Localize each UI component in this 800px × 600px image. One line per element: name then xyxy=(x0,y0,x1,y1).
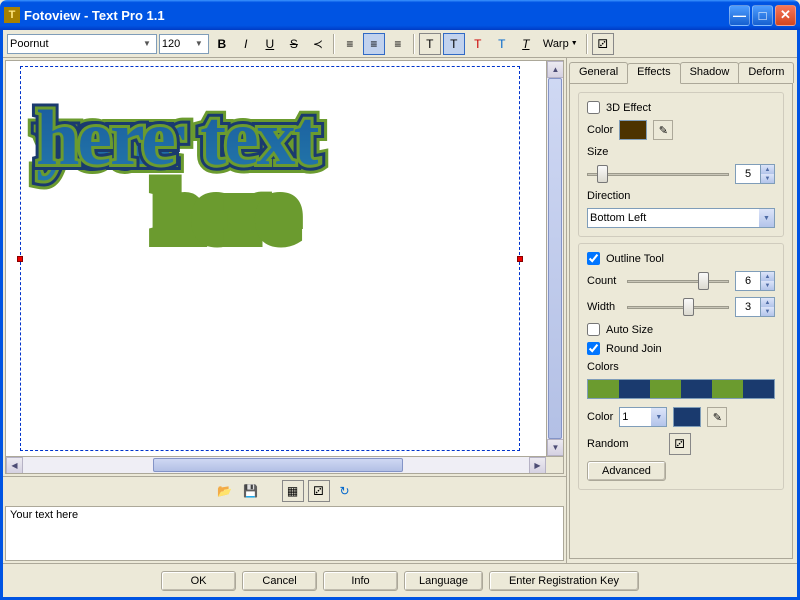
vertical-scrollbar[interactable]: ▲ ▼ xyxy=(546,61,563,456)
scroll-down-icon[interactable]: ▼ xyxy=(547,439,563,456)
tab-shadow[interactable]: Shadow xyxy=(680,62,740,83)
underline-button[interactable]: U xyxy=(259,33,281,55)
fit-button[interactable]: ▦ xyxy=(282,480,304,502)
text-tool-1-button[interactable]: T xyxy=(419,33,441,55)
save-button[interactable]: 💾 xyxy=(240,480,262,502)
resize-handle-right[interactable] xyxy=(517,256,523,262)
eyedropper-icon[interactable]: ✎ xyxy=(653,120,673,140)
dropdown-icon: ▼ xyxy=(143,39,151,48)
scroll-left-icon[interactable]: ◀ xyxy=(6,457,23,474)
text-input[interactable]: Your text here xyxy=(5,506,564,561)
properties-panel: General Effects Shadow Deform 3D Effect … xyxy=(567,58,797,563)
app-icon: T xyxy=(4,7,20,23)
outline-colors-bar[interactable] xyxy=(587,379,775,399)
roundjoin-checkbox[interactable] xyxy=(587,342,600,355)
bold-button[interactable]: B xyxy=(211,33,233,55)
open-button[interactable]: 📂 xyxy=(214,480,236,502)
text-style-button[interactable]: T xyxy=(515,33,537,55)
close-button[interactable]: ✕ xyxy=(775,5,796,26)
bottom-button-bar: OK Cancel Info Language Enter Registrati… xyxy=(3,563,797,597)
3d-direction-select[interactable]: Bottom Left▼ xyxy=(587,208,775,228)
random-button[interactable]: ⚂ xyxy=(592,33,614,55)
autosize-checkbox[interactable] xyxy=(587,323,600,336)
tab-general[interactable]: General xyxy=(569,62,628,83)
scroll-up-icon[interactable]: ▲ xyxy=(547,61,563,78)
resize-handle-left[interactable] xyxy=(17,256,23,262)
reset-button[interactable]: ↻ xyxy=(334,480,356,502)
eyedropper-icon[interactable]: ✎ xyxy=(707,407,727,427)
strikethrough-button[interactable]: S xyxy=(283,33,305,55)
text-art-preview: your textyour textyour textyour text her… xyxy=(36,101,318,249)
warp-menu[interactable]: Warp▼ xyxy=(539,33,582,55)
3d-effect-checkbox[interactable] xyxy=(587,101,600,114)
outline-width-slider[interactable] xyxy=(627,297,729,317)
outline-section: Outline Tool Count ▲▼ Width ▲▼ Auto Size… xyxy=(578,243,784,490)
randomize-button[interactable]: ⚂ xyxy=(308,480,330,502)
info-button[interactable]: Info xyxy=(323,571,398,591)
text-tool-2-button[interactable]: T xyxy=(443,33,465,55)
advanced-button[interactable]: Advanced xyxy=(587,461,666,481)
main-toolbar: ▼ ▼ B I U S ≺ ≡ ≡ ≡ T T T T T Warp▼ ⚂ xyxy=(3,30,797,58)
window-title: Fotoview - Text Pro 1.1 xyxy=(24,8,729,23)
register-button[interactable]: Enter Registration Key xyxy=(489,571,639,591)
maximize-button[interactable]: □ xyxy=(752,5,773,26)
3d-size-slider[interactable] xyxy=(587,164,729,184)
text-color-button[interactable]: T xyxy=(467,33,489,55)
3d-effect-label: 3D Effect xyxy=(606,102,651,114)
3d-effect-section: 3D Effect Color✎ Size ▲▼ Direction Botto… xyxy=(578,92,784,237)
ok-button[interactable]: OK xyxy=(161,571,236,591)
cancel-button[interactable]: Cancel xyxy=(242,571,317,591)
tab-deform[interactable]: Deform xyxy=(738,62,794,83)
align-center-button[interactable]: ≡ xyxy=(363,33,385,55)
canvas[interactable]: your textyour textyour textyour text her… xyxy=(5,60,564,474)
font-family-select[interactable] xyxy=(7,34,157,54)
scroll-right-icon[interactable]: ▶ xyxy=(529,457,546,474)
align-right-button[interactable]: ≡ xyxy=(387,33,409,55)
outline-width-spinner[interactable]: ▲▼ xyxy=(735,297,775,317)
outline-count-slider[interactable] xyxy=(627,271,729,291)
title-bar: T Fotoview - Text Pro 1.1 — □ ✕ xyxy=(0,0,800,30)
text-color2-button[interactable]: T xyxy=(491,33,513,55)
kerning-button[interactable]: ≺ xyxy=(307,33,329,55)
language-button[interactable]: Language xyxy=(404,571,483,591)
outline-random-button[interactable]: ⚂ xyxy=(669,433,691,455)
canvas-toolbar: 📂 💾 ▦ ⚂ ↻ xyxy=(3,476,566,504)
3d-size-spinner[interactable]: ▲▼ xyxy=(735,164,775,184)
italic-button[interactable]: I xyxy=(235,33,257,55)
outline-checkbox[interactable] xyxy=(587,252,600,265)
align-left-button[interactable]: ≡ xyxy=(339,33,361,55)
dropdown-icon: ▼ xyxy=(195,39,203,48)
horizontal-scrollbar[interactable]: ◀ ▶ xyxy=(6,457,546,473)
tab-effects[interactable]: Effects xyxy=(627,63,680,84)
outline-color-swatch[interactable] xyxy=(673,407,701,427)
outline-color-index[interactable]: 1▼ xyxy=(619,407,667,427)
outline-count-spinner[interactable]: ▲▼ xyxy=(735,271,775,291)
3d-color-swatch[interactable] xyxy=(619,120,647,140)
minimize-button[interactable]: — xyxy=(729,5,750,26)
